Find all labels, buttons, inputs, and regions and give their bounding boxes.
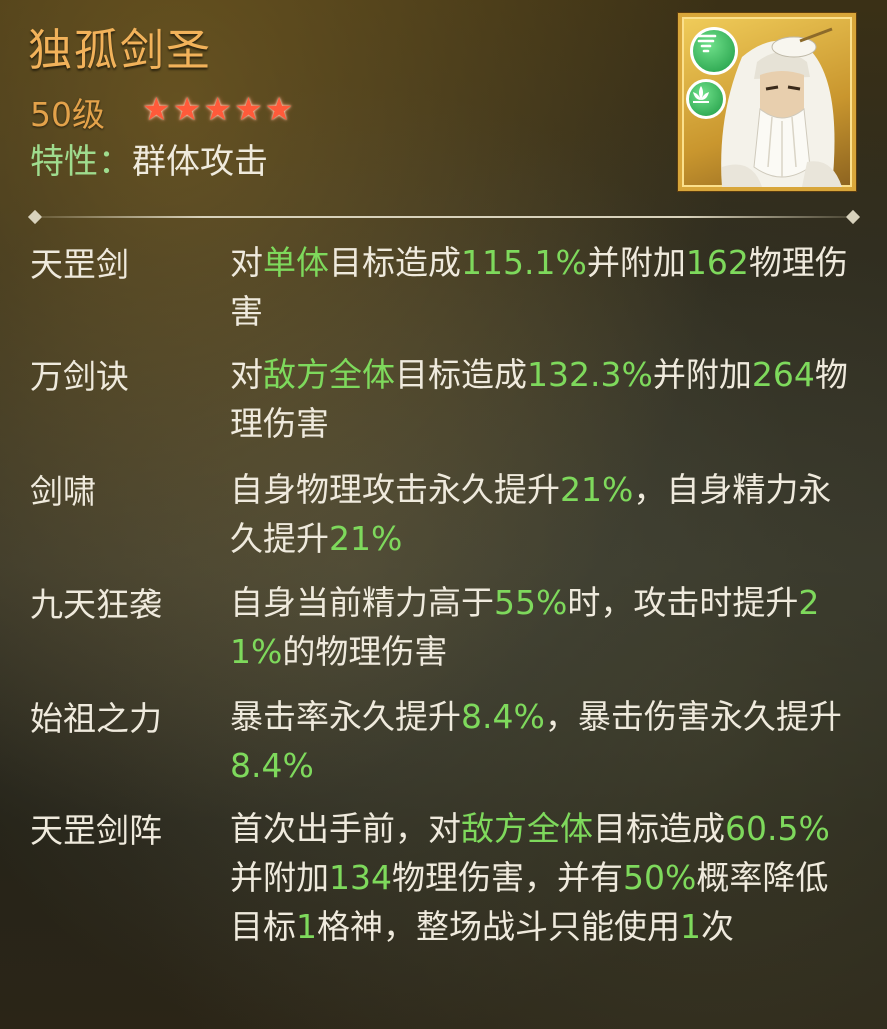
hero-portrait[interactable] — [678, 13, 856, 191]
description-text: 格神，整场战斗只能使用 — [317, 907, 680, 946]
highlighted-value: 1 — [296, 907, 317, 946]
hero-name: 独孤剑圣 — [28, 25, 212, 76]
description-text: 并附加 — [230, 858, 329, 897]
trait-label: 特性： — [30, 142, 132, 182]
skill-description: 自身物理攻击永久提升21%，自身精力永久提升21% — [230, 465, 860, 563]
skill-name: 九天狂袭 — [30, 585, 162, 624]
skill-name: 天罡剑阵 — [30, 811, 162, 850]
highlighted-value: 敌方全体 — [263, 355, 395, 394]
lotus-icon — [686, 79, 726, 119]
highlighted-value: 8.4% — [461, 697, 545, 736]
star-icon: ★ — [142, 90, 171, 128]
highlighted-value: 1 — [680, 907, 701, 946]
highlighted-value: 50% — [623, 858, 697, 897]
skill-name: 天罡剑 — [30, 245, 129, 284]
section-divider — [27, 209, 861, 225]
whirlwind-icon — [690, 27, 738, 75]
description-text: 目标造成 — [329, 243, 461, 282]
skill-description: 暴击率永久提升8.4%，暴击伤害永久提升8.4% — [230, 692, 860, 790]
highlighted-value: 8.4% — [230, 746, 314, 785]
description-text: 目标造成 — [395, 355, 527, 394]
star-icon: ★ — [264, 90, 294, 128]
highlighted-value: 60.5% — [725, 809, 830, 848]
star-icon: ★ — [172, 90, 202, 128]
skill-description: 对敌方全体目标造成132.3%并附加264物理伤害 — [230, 350, 860, 448]
skill-name: 剑啸 — [30, 472, 96, 511]
highlighted-value: 单体 — [263, 243, 329, 282]
description-text: 自身当前精力高于 — [230, 583, 494, 622]
description-text: 并附加 — [652, 355, 752, 394]
highlighted-value: 115.1% — [461, 243, 587, 282]
highlighted-value: 134 — [329, 858, 392, 897]
highlighted-value: 21% — [329, 519, 403, 558]
star-icon: ★ — [234, 90, 263, 128]
skill-name: 始祖之力 — [30, 699, 162, 738]
highlighted-value: 55% — [494, 583, 568, 622]
description-text: ，暴击伤害永久提升 — [544, 697, 842, 736]
description-text: 目标造成 — [593, 809, 725, 848]
description-text: 暴击率永久提升 — [230, 697, 461, 736]
description-text: 自身物理攻击永久提升 — [230, 470, 560, 509]
description-text: 次 — [701, 907, 734, 946]
description-text: 并附加 — [586, 243, 686, 282]
description-text: 物理伤害，并有 — [392, 858, 623, 897]
hero-detail-panel: 独孤剑圣 50级 ★ ★ ★ ★ ★ 特性：群体攻击 天罡剑 对单体目标造成11… — [0, 0, 887, 1029]
description-text: 的物理伤害 — [282, 632, 448, 671]
description-text: 首次出手前，对 — [230, 809, 461, 848]
highlighted-value: 21% — [560, 470, 634, 509]
trait-value: 群体攻击 — [132, 142, 268, 182]
description-text: 对 — [230, 243, 263, 282]
hero-level: 50级 — [30, 95, 105, 134]
description-text: 对 — [230, 355, 263, 394]
star-icon: ★ — [203, 90, 233, 128]
hero-trait: 特性：群体攻击 — [30, 134, 268, 183]
highlighted-value: 264 — [751, 355, 815, 394]
highlighted-value: 敌方全体 — [461, 809, 593, 848]
star-rating: ★ ★ ★ ★ ★ — [142, 92, 293, 126]
skill-description: 首次出手前，对敌方全体目标造成60.5%并附加134物理伤害，并有50%概率降低… — [230, 804, 860, 951]
skill-description: 对单体目标造成115.1%并附加162物理伤害 — [230, 238, 860, 336]
description-text: 时，攻击时提升 — [567, 583, 799, 622]
highlighted-value: 132.3% — [527, 355, 653, 394]
highlighted-value: 162 — [685, 243, 749, 282]
skill-name: 万剑诀 — [30, 357, 129, 396]
skill-description: 自身当前精力高于55%时，攻击时提升21%的物理伤害 — [230, 578, 860, 676]
